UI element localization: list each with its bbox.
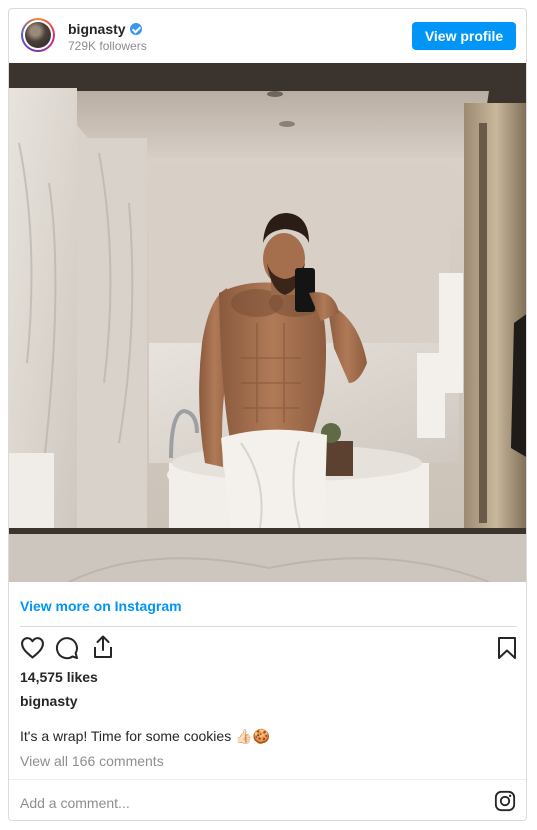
post-username[interactable]: bignasty — [20, 693, 78, 709]
post-header: bignasty 729K followers View profile — [9, 9, 526, 63]
username[interactable]: bignasty — [68, 21, 142, 37]
post-photo[interactable] — [9, 63, 526, 582]
followers-count: 729K followers — [68, 39, 147, 53]
view-all-comments-link[interactable]: View all 166 comments — [20, 753, 164, 769]
heart-icon[interactable] — [20, 636, 45, 659]
avatar[interactable] — [21, 18, 55, 52]
post-caption: It's a wrap! Time for some cookies 👍🏻🍪 — [20, 728, 270, 744]
bookmark-icon[interactable] — [497, 636, 517, 660]
comment-icon[interactable] — [55, 636, 79, 660]
instagram-embed-card: bignasty 729K followers View profile Vie… — [8, 8, 527, 821]
bathroom-selfie-image — [9, 63, 526, 582]
divider — [20, 626, 517, 627]
view-profile-button[interactable]: View profile — [412, 22, 516, 50]
username-text[interactable]: bignasty — [68, 21, 126, 37]
view-more-on-instagram-link[interactable]: View more on Instagram — [20, 598, 182, 614]
comment-bar: Add a comment... — [9, 779, 526, 820]
share-icon[interactable] — [91, 634, 115, 660]
add-comment-input[interactable]: Add a comment... — [20, 795, 130, 811]
instagram-icon[interactable] — [494, 790, 516, 812]
verified-badge-icon — [129, 23, 142, 35]
likes-count[interactable]: 14,575 likes — [20, 669, 98, 685]
